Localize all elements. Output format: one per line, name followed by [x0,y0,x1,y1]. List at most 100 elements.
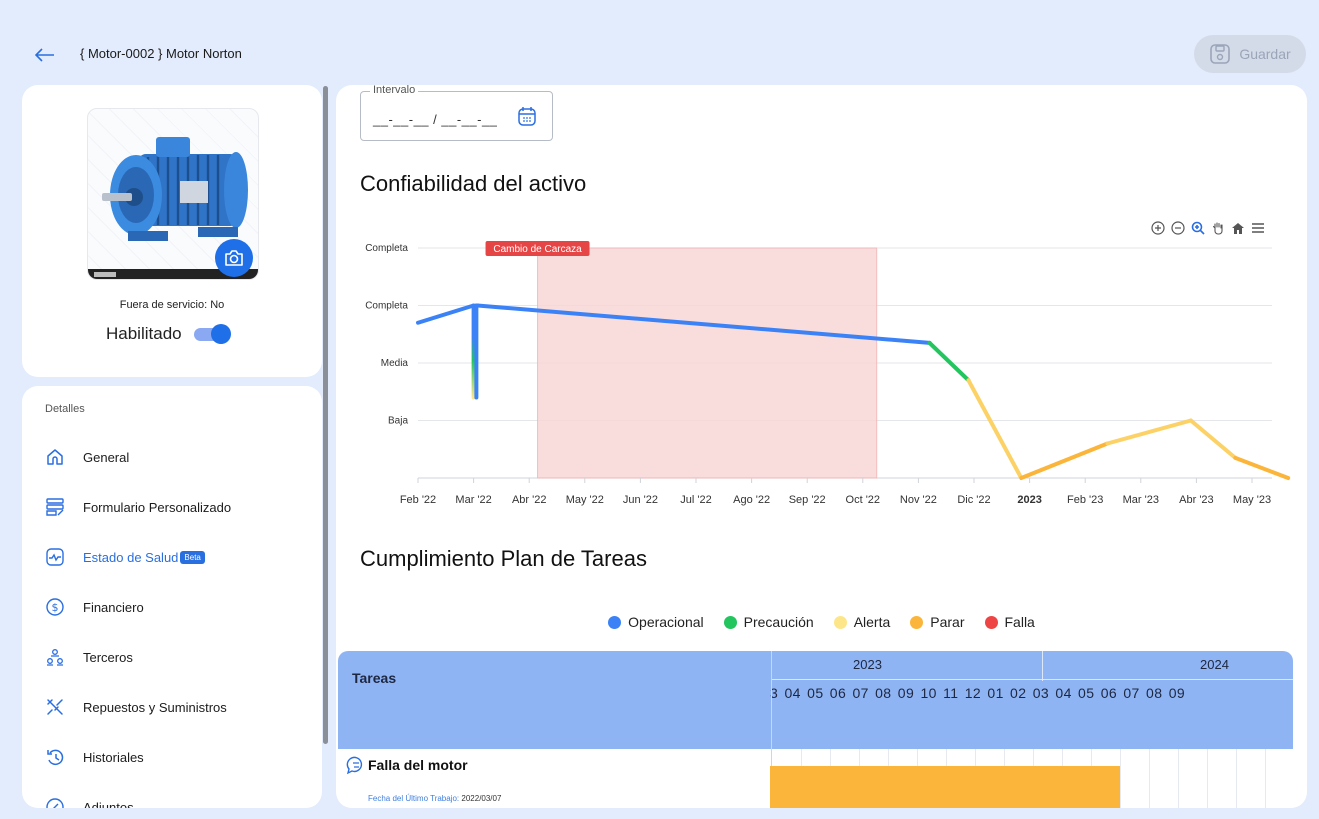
x-tick-label: Nov '22 [900,494,937,506]
nav-item-general[interactable]: General [45,442,315,472]
back-button[interactable] [30,40,60,70]
dollar-icon: $ [45,597,65,617]
nav-item-label: Financiero [83,599,144,615]
task-icon [346,756,363,775]
x-tick-label: Jul '22 [680,494,711,506]
nav-item-parts-supplies[interactable]: Repuestos y Suministros [45,692,315,722]
interval-label: Intervalo [370,85,419,96]
task-name: Falla del motor [368,757,468,773]
x-tick-label: Dic '22 [957,494,990,506]
enabled-toggle[interactable] [193,324,231,344]
legend-item-alert[interactable]: Alerta [833,614,890,630]
reliability-line-segment [416,303,476,325]
nav-item-custom-form[interactable]: Formulario Personalizado [45,492,315,522]
calendar-icon[interactable] [517,105,537,132]
people-icon [45,647,65,667]
nav-item-label: Estado de Salud [83,549,179,565]
gantt-year: 2023 [853,657,882,672]
reliability-line-segment [966,378,1024,480]
reliability-chart: Cambio de Carcaza Completa Completa Media B… [365,241,1291,506]
nav-item-label: Historiales [83,749,144,765]
nav-item-history[interactable]: Historiales [45,742,315,772]
nav-item-label: Adjuntos [83,799,134,809]
y-tick-label: Completa [365,301,408,312]
reliability-line-segment [927,340,971,383]
x-tick-label: May '23 [1233,494,1271,506]
x-tick-label: Mar '22 [455,494,491,506]
gantt-grid-line [1120,749,1121,808]
sidebar-scrollbar[interactable] [323,86,328,744]
nav-item-health-status[interactable]: Estado de Salud Beta [45,542,315,572]
camera-icon [225,250,243,266]
save-label: Guardar [1239,46,1291,62]
reliability-line-segment [1105,418,1193,446]
x-tick-label: Oct '22 [846,494,881,506]
reliability-title: Confiabilidad del activo [360,171,587,196]
health-icon [45,547,65,567]
legend-item-operational[interactable]: Operacional [608,614,704,630]
task-row[interactable]: Falla del motor [346,755,468,775]
gantt-grid-line [1149,749,1150,808]
beta-badge: Beta [180,550,205,564]
gantt-months: 3 04 05 06 07 08 09 10 11 12 01 02 03 04… [770,685,1186,701]
gantt-tasks-header: Tareas [352,670,397,686]
change-photo-button[interactable] [215,239,253,277]
tasks-gantt: Tareas 2023 2024 3 04 05 06 07 08 09 10 … [338,651,1293,808]
x-tick-label: May '22 [566,494,604,506]
gantt-grid-line [1265,749,1266,808]
y-tick-label: Baja [388,416,408,427]
status-legend: Operacional Precaución Alerta Parar Fall… [336,614,1307,630]
tasks-plan-title: Cumplimiento Plan de Tareas [360,546,647,571]
x-tick-label: Feb '23 [1067,494,1103,506]
x-tick-label: Abr '23 [1179,494,1214,506]
form-icon [45,497,65,517]
enabled-row: Habilitado [106,324,231,344]
save-icon [1210,44,1231,64]
y-tick-label: Completa [365,243,408,254]
attachment-icon [45,797,65,808]
x-tick-label: Feb '22 [400,494,436,506]
nav-item-financial[interactable]: $ Financiero [45,592,315,622]
nav-item-label: Terceros [83,649,133,665]
nav-item-attachments[interactable]: Adjuntos [45,792,315,808]
x-tick-label: Ago '22 [733,494,770,506]
x-tick-label: Mar '23 [1123,494,1159,506]
gantt-grid-line [1236,749,1237,808]
nav-item-label: General [83,449,130,465]
out-of-service-status: Fuera de servicio: No [119,299,225,311]
home-icon [45,447,65,467]
reliability-line-segment [1188,418,1238,460]
nav-item-label: Formulario Personalizado [83,499,232,515]
nav-item-label: Repuestos y Suministros [83,699,227,715]
main-panel: Intervalo __-__-__ / __-__-__ Confiabili… [336,85,1307,808]
nav-section-title: Detalles [45,403,85,415]
gantt-year: 2024 [1200,657,1229,672]
task-last-work: Fecha del Último Trabajo: 2022/03/07 [368,794,502,803]
asset-card: Fuera de servicio: No Habilitado [22,85,322,377]
reliability-line-segment [1233,455,1291,480]
annotation-band [537,247,878,479]
gantt-grid-line [1207,749,1208,808]
y-tick-label: Media [381,358,409,369]
reliability-line-segment [1019,441,1110,480]
details-nav: Detalles General Formulario Personalizad… [22,386,322,808]
x-tick-label: Jun '22 [623,494,658,506]
arrow-left-icon [35,48,54,62]
legend-item-stop[interactable]: Parar [910,614,965,630]
enabled-label: Habilitado [106,324,182,343]
history-icon [45,747,65,767]
x-tick-label: Sep '22 [789,494,826,506]
interval-value: __-__-__ / __-__-__ [373,112,498,127]
gantt-grid-line [1178,749,1179,808]
save-button[interactable]: Guardar [1194,35,1306,73]
legend-item-caution[interactable]: Precaución [723,614,814,630]
svg-text:$: $ [52,601,59,614]
page-title: { Motor-0002 } Motor Norton [80,46,242,61]
interval-field[interactable]: Intervalo __-__-__ / __-__-__ [360,85,553,141]
task-bar[interactable] [770,766,1120,808]
legend-item-failure[interactable]: Falla [984,614,1035,630]
tools-icon [45,697,65,717]
x-tick-label: 2023 [1017,494,1041,506]
annotation-label: Cambio de Carcaza [493,244,582,255]
nav-item-third-parties[interactable]: Terceros [45,642,315,672]
